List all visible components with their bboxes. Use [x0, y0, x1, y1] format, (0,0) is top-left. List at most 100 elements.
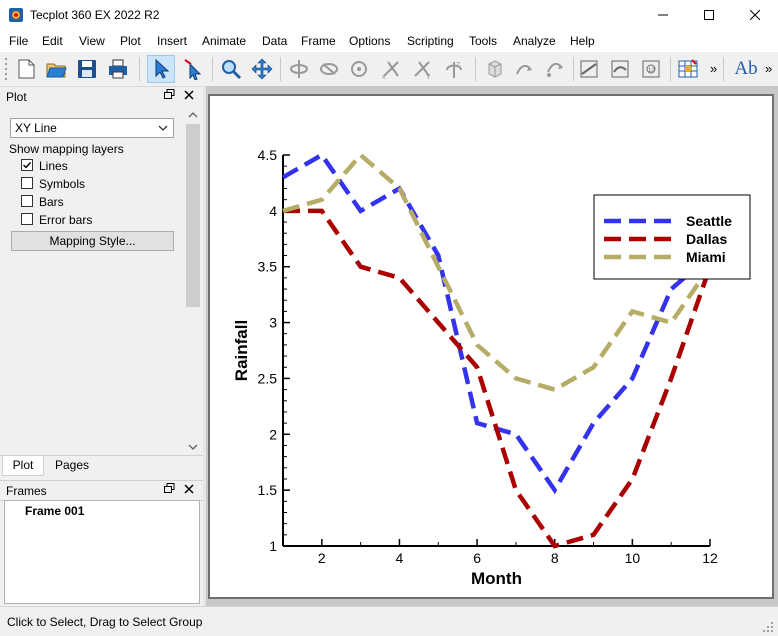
- rotate-icon: [290, 60, 308, 78]
- select-tool-button[interactable]: [147, 55, 175, 83]
- zoom-magnifier-icon: [222, 60, 242, 80]
- symbols-checkbox-label: Symbols: [39, 177, 86, 191]
- maximize-button[interactable]: [686, 0, 732, 30]
- plot-type-value: XY Line: [15, 121, 57, 135]
- svg-text:12: 12: [648, 68, 655, 74]
- rotate-3d-button[interactable]: [285, 55, 313, 83]
- rotate-z-icon: Z: [446, 62, 462, 78]
- legend-label: Dallas: [686, 231, 727, 247]
- menu-tools[interactable]: Tools: [469, 34, 497, 48]
- frames-panel-header: Frames: [0, 480, 203, 501]
- status-bar: Click to Select, Drag to Select Group: [0, 606, 778, 636]
- isosurface-icon: [611, 60, 629, 78]
- adjustor-tool-button[interactable]: [179, 55, 207, 83]
- x-tick-label: 4: [396, 550, 404, 566]
- plot-panel-close-button[interactable]: [182, 89, 196, 103]
- streamtrace-2-button[interactable]: [542, 55, 570, 83]
- y-tick-label: 1.5: [258, 482, 278, 498]
- legend-label: Seattle: [686, 213, 732, 229]
- toolbar-separator: [280, 57, 281, 81]
- resize-grip-icon[interactable]: [762, 621, 774, 633]
- zoom-tool-button[interactable]: [217, 55, 245, 83]
- streamtrace-button[interactable]: [511, 55, 539, 83]
- close-window-button[interactable]: [732, 0, 778, 30]
- frames-panel-close-button[interactable]: [182, 483, 196, 497]
- toolbar-separator: [139, 57, 140, 81]
- plot-panel-title: Plot: [6, 90, 27, 104]
- window-title: Tecplot 360 EX 2022 R2: [30, 8, 160, 22]
- symbols-checkbox[interactable]: [21, 177, 33, 189]
- toolbar-grip-icon: [5, 58, 7, 80]
- frame-list-item[interactable]: Frame 001: [25, 504, 84, 518]
- minimize-button[interactable]: [640, 0, 686, 30]
- menu-analyze[interactable]: Analyze: [513, 34, 556, 48]
- contour-levels-button[interactable]: 12: [637, 55, 665, 83]
- toolbar-separator: [670, 57, 671, 81]
- lines-checkbox[interactable]: [21, 159, 33, 171]
- menu-plot[interactable]: Plot: [120, 34, 141, 48]
- scrollbar-thumb[interactable]: [186, 124, 200, 307]
- menu-edit[interactable]: Edit: [42, 34, 63, 48]
- bars-checkbox[interactable]: [21, 195, 33, 207]
- data-grid-icon: [678, 59, 698, 78]
- data-grid-button[interactable]: [674, 55, 702, 83]
- menu-bar: File Edit View Plot Insert Animate Data …: [0, 30, 778, 52]
- streamtrace-icon: [516, 64, 532, 75]
- new-layout-button[interactable]: [12, 55, 40, 83]
- rollerball-rotate-button[interactable]: [345, 55, 373, 83]
- menu-options[interactable]: Options: [349, 34, 390, 48]
- text-tool-button[interactable]: Ab: [731, 55, 761, 83]
- tab-plot[interactable]: Plot: [2, 456, 44, 476]
- scroll-down-icon[interactable]: [185, 440, 201, 454]
- menu-help[interactable]: Help: [570, 34, 595, 48]
- lines-checkbox-label: Lines: [39, 159, 68, 173]
- slice-button[interactable]: [575, 55, 603, 83]
- xy-line-chart: 2 4 6 8 10 12 1 1.5 2 2.5 3 3.5 4 4.5 Month Rainfall Se…: [232, 147, 751, 588]
- minimize-icon: [658, 14, 668, 16]
- isosurface-button[interactable]: [606, 55, 634, 83]
- probe-button[interactable]: [481, 55, 509, 83]
- rotate-x-button[interactable]: x: [377, 55, 405, 83]
- y-tick-label: 3.5: [258, 259, 278, 275]
- menu-insert[interactable]: Insert: [157, 34, 187, 48]
- print-button[interactable]: [104, 55, 132, 83]
- rotate-z-button[interactable]: Z: [440, 55, 468, 83]
- menu-data[interactable]: Data: [262, 34, 287, 48]
- plot-frame[interactable]: 2 4 6 8 10 12 1 1.5 2 2.5 3 3.5 4 4.5 Month Rainfall Se…: [208, 94, 774, 599]
- translate-tool-button[interactable]: [248, 55, 276, 83]
- mapping-style-button[interactable]: Mapping Style...: [11, 231, 174, 251]
- plot-panel-float-button[interactable]: [162, 89, 176, 103]
- toolbar-overflow-chevron[interactable]: »: [710, 61, 717, 76]
- status-text: Click to Select, Drag to Select Group: [7, 615, 203, 629]
- move-arrows-icon: [251, 58, 273, 80]
- menu-view[interactable]: View: [79, 34, 105, 48]
- menu-scripting[interactable]: Scripting: [407, 34, 454, 48]
- menu-file[interactable]: File: [9, 34, 28, 48]
- save-button[interactable]: [73, 55, 101, 83]
- close-icon: [184, 90, 194, 100]
- menu-frame[interactable]: Frame: [301, 34, 336, 48]
- y-tick-label: 2.5: [258, 370, 278, 386]
- error-bars-checkbox[interactable]: [21, 213, 33, 225]
- plot-type-select[interactable]: XY Line: [10, 118, 174, 138]
- rollerball-icon: [351, 61, 367, 77]
- x-tick-label: 12: [702, 550, 718, 566]
- plot-panel-header: Plot: [0, 87, 203, 107]
- toolbar: x Y Z 12 » Ab »: [0, 52, 778, 87]
- rotate-y-button[interactable]: Y: [408, 55, 436, 83]
- menu-animate[interactable]: Animate: [202, 34, 246, 48]
- toolbar-overflow-chevron-right[interactable]: »: [765, 61, 772, 76]
- open-folder-icon: [46, 63, 67, 78]
- y-tick-label: 2: [269, 426, 277, 442]
- checkmark-icon: [23, 162, 32, 169]
- text-tool-label: Ab: [734, 58, 758, 79]
- plot-panel-scrollbar[interactable]: [185, 106, 201, 455]
- spherical-rotate-button[interactable]: [315, 55, 343, 83]
- chevron-down-icon: [158, 125, 168, 131]
- tab-pages[interactable]: Pages: [48, 456, 96, 476]
- close-icon: [184, 484, 194, 494]
- show-mapping-layers-label: Show mapping layers: [9, 142, 124, 156]
- open-layout-button[interactable]: [42, 55, 70, 83]
- frames-panel-float-button[interactable]: [162, 483, 176, 497]
- scroll-up-icon[interactable]: [185, 108, 201, 122]
